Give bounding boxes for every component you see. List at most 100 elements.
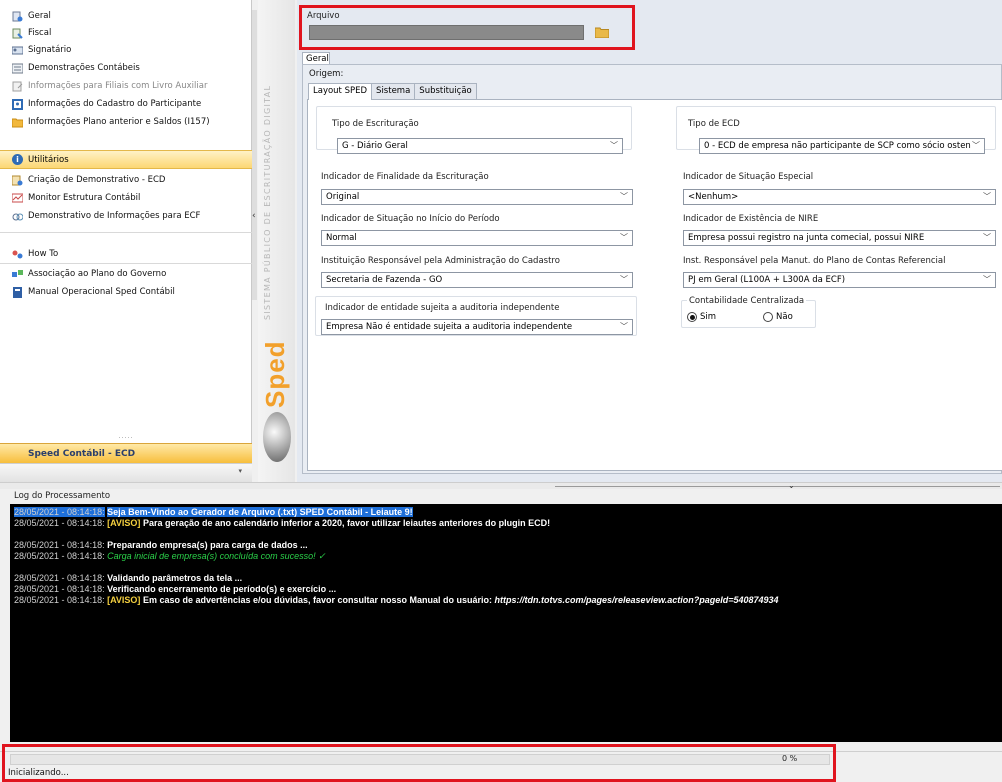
- sidebar-item-manual[interactable]: Manual Operacional Sped Contábil: [0, 283, 252, 301]
- log-timestamp: 28/05/2021 - 08:14:18:: [14, 551, 105, 561]
- auditoria-select[interactable]: Empresa Não é entidade sujeita a auditor…: [321, 319, 633, 335]
- chevron-down-icon: ﹀: [983, 275, 991, 284]
- inst-plano-select[interactable]: PJ em Geral (L100A + L300A da ECF) ﹀: [683, 272, 996, 288]
- sidebar-item-label: Informações Plano anterior e Saldos (I15…: [28, 117, 210, 127]
- log-aviso-text: [AVISO]: [107, 595, 141, 605]
- sidebar-item-howto[interactable]: How To: [0, 245, 252, 263]
- group-header-utilitarios[interactable]: i Utilitários: [0, 150, 252, 169]
- radio-unchecked-icon: [763, 312, 773, 322]
- chevron-down-icon: ▾: [238, 467, 242, 475]
- centralizada-nao-radio[interactable]: Não: [763, 312, 793, 322]
- instituicao-label: Instituição Responsável pela Administraç…: [321, 256, 560, 266]
- info-icon: i: [12, 154, 23, 165]
- divider: [0, 263, 252, 264]
- browse-folder-button[interactable]: [594, 27, 610, 39]
- log-timestamp: 28/05/2021 - 08:14:18:: [14, 540, 105, 550]
- monitor-icon: [12, 193, 23, 204]
- sidebar-item-label: Monitor Estrutura Contábil: [28, 193, 141, 203]
- finalidade-label: Indicador de Finalidade da Escrituração: [321, 172, 489, 182]
- existencia-nire-label: Indicador de Existência de NIRE: [683, 214, 819, 224]
- sidebar-item-criacao-demonstrativo[interactable]: Criação de Demonstrativo - ECD: [0, 171, 252, 189]
- sidebar-item-label: Informações do Cadastro do Participante: [28, 99, 202, 109]
- select-value: 0 - ECD de empresa não participante de S…: [704, 141, 971, 151]
- panel-splitter[interactable]: ⌄: [0, 481, 1002, 490]
- chevron-down-icon: ﹀: [610, 141, 618, 150]
- situacao-inicio-select[interactable]: Normal ﹀: [321, 230, 633, 246]
- progress-row: 0 %: [0, 751, 1002, 766]
- log-msg-text: Para geração de ano calendário inferior …: [140, 518, 551, 528]
- sidebar-resize-grip[interactable]: ·····: [0, 435, 252, 443]
- form-container: Origem: Layout SPED Sistema Substituição…: [302, 64, 1002, 474]
- log-line: 28/05/2021 - 08:14:18: [AVISO] Para gera…: [14, 518, 998, 529]
- tipo-ecd-label: Tipo de ECD: [688, 119, 740, 129]
- fiscal-icon: [12, 28, 23, 39]
- statement-icon: [12, 63, 23, 74]
- auditoria-label: Indicador de entidade sujeita a auditori…: [325, 303, 560, 313]
- situacao-inicio-label: Indicador de Situação no Início do Perío…: [321, 214, 500, 224]
- group-header-label: Utilitários: [28, 154, 69, 165]
- sidebar-item-label: How To: [28, 249, 59, 259]
- sidebar-item-label: Signatário: [28, 45, 72, 55]
- log-console[interactable]: 28/05/2021 - 08:14:18: Seja Bem-Vindo ao…: [10, 504, 1002, 742]
- sidebar-item-participante[interactable]: Informações do Cadastro do Participante: [0, 95, 252, 113]
- tab-substituicao[interactable]: Substituição: [414, 83, 477, 99]
- sidebar-item-label: Associação ao Plano do Governo: [28, 269, 167, 279]
- sidebar-item-geral[interactable]: Geral: [0, 7, 252, 25]
- radio-label: Sim: [700, 312, 717, 322]
- tab-layout-sped[interactable]: Layout SPED: [308, 83, 373, 100]
- arquivo-label: Arquivo: [307, 11, 340, 21]
- select-value: Original: [326, 192, 360, 202]
- log-ok-text: Carga inicial de empresa(s) concluída co…: [107, 551, 326, 561]
- sidebar-item-label: Informações para Filiais com Livro Auxil…: [28, 81, 208, 91]
- select-value: <Nenhum>: [688, 192, 739, 202]
- create-statement-icon: [12, 175, 23, 186]
- progress-bar: [10, 754, 830, 765]
- situacao-especial-label: Indicador de Situação Especial: [683, 172, 814, 182]
- sidebar-item-fiscal[interactable]: Fiscal: [0, 24, 252, 42]
- log-title: Log do Processamento: [0, 489, 1002, 503]
- log-line: 28/05/2021 - 08:14:18: Seja Bem-Vindo ao…: [14, 507, 998, 518]
- sidebar-item-demonstracoes[interactable]: Demonstrações Contábeis: [0, 59, 252, 77]
- tab-sistema[interactable]: Sistema: [371, 83, 416, 99]
- instituicao-select[interactable]: Secretaria de Fazenda - GO ﹀: [321, 272, 633, 288]
- existencia-nire-select[interactable]: Empresa possui registro na junta comecia…: [683, 230, 996, 246]
- log-msg-text: Em caso de advertências e/ou dúvidas, fa…: [140, 595, 495, 605]
- divider: [0, 232, 252, 233]
- gear-doc-icon: [12, 11, 23, 22]
- sidebar-item-label: Geral: [28, 11, 51, 21]
- finalidade-select[interactable]: Original ﹀: [321, 189, 633, 205]
- origem-label: Origem:: [309, 69, 344, 79]
- splitter-handle: [555, 486, 1000, 487]
- log-timestamp: 28/05/2021 - 08:14:18:: [14, 584, 105, 594]
- sidebar-item-associacao[interactable]: Associação ao Plano do Governo: [0, 265, 252, 283]
- tipo-escrituracao-select[interactable]: G - Diário Geral ﹀: [337, 138, 623, 154]
- sped-logo: Sped: [260, 340, 290, 408]
- tipo-escrituracao-label: Tipo de Escrituração: [332, 119, 419, 129]
- chevron-down-icon: ﹀: [620, 233, 628, 242]
- sidebar-item-ecf[interactable]: Demonstrativo de Informações para ECF: [0, 207, 252, 225]
- log-timestamp: 28/05/2021 - 08:14:18:: [14, 518, 105, 528]
- sidebar-item-label: Criação de Demonstrativo - ECD: [28, 175, 166, 185]
- branch-book-icon: [12, 81, 23, 92]
- chevron-down-icon: ﹀: [620, 192, 628, 201]
- sidebar-footer-group[interactable]: Speed Contábil - ECD: [0, 443, 252, 463]
- sidebar-item-label: Demonstrativo de Informações para ECF: [28, 211, 201, 221]
- banner-vertical-text: SISTEMA PÚBLICO DE ESCRITURAÇÃO DIGITAL: [263, 84, 272, 320]
- log-url-text[interactable]: https://tdn.totvs.com/pages/releaseview.…: [495, 595, 779, 605]
- sidebar-item-signatario[interactable]: Signatário: [0, 41, 252, 59]
- sidebar-scrollbar[interactable]: [252, 10, 257, 300]
- sidebar-item-label: Demonstrações Contábeis: [28, 63, 140, 73]
- select-value: Secretaria de Fazenda - GO: [326, 275, 443, 285]
- manual-icon: [12, 286, 23, 298]
- arquivo-field[interactable]: [309, 25, 584, 40]
- sidebar-item-plano-anterior[interactable]: Informações Plano anterior e Saldos (I15…: [0, 113, 252, 131]
- centralizada-sim-radio[interactable]: Sim: [687, 312, 716, 322]
- sidebar-overflow-button[interactable]: ▾: [0, 463, 252, 482]
- tipo-ecd-select[interactable]: 0 - ECD de empresa não participante de S…: [699, 138, 985, 154]
- log-timestamp: 28/05/2021 - 08:14:18:: [14, 573, 105, 583]
- situacao-especial-select[interactable]: <Nenhum> ﹀: [683, 189, 996, 205]
- sidebar-item-monitor[interactable]: Monitor Estrutura Contábil: [0, 189, 252, 207]
- folder-icon: [12, 117, 23, 128]
- sidebar-item-filiais[interactable]: Informações para Filiais com Livro Auxil…: [0, 77, 252, 95]
